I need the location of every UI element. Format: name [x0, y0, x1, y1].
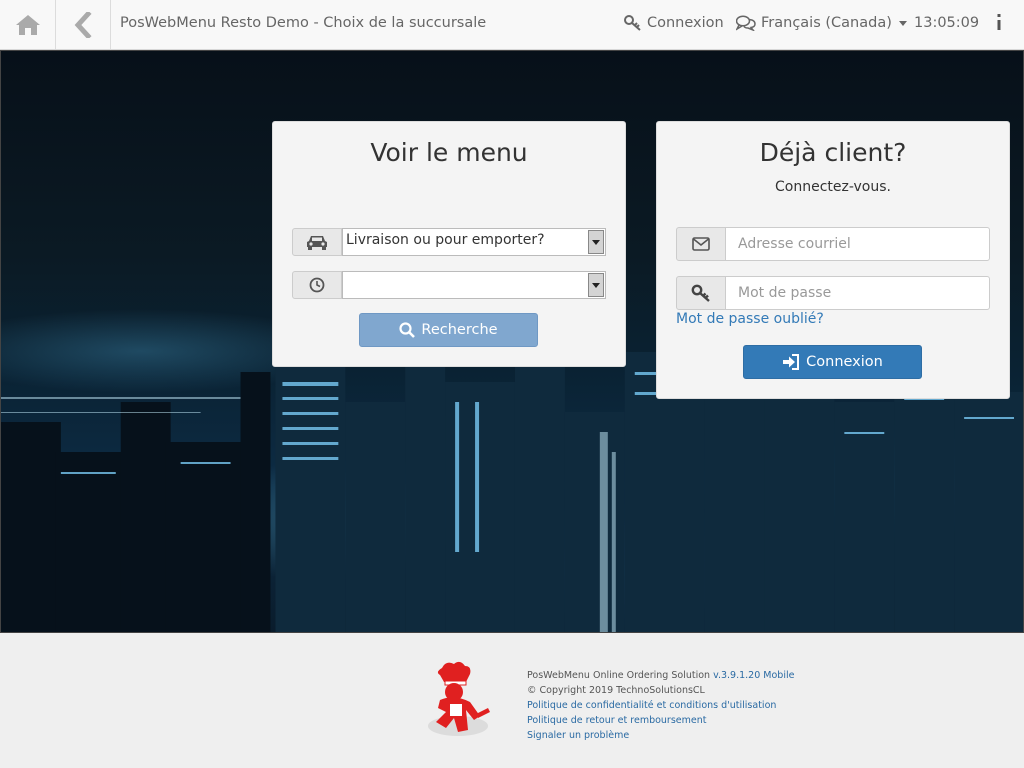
time-select[interactable]	[342, 271, 606, 299]
search-icon	[399, 322, 416, 338]
login-panel-subtitle: Connectez-vous.	[775, 179, 891, 195]
home-button[interactable]	[0, 0, 56, 49]
password-field[interactable]	[725, 276, 990, 310]
car-icon-addon	[292, 228, 342, 256]
search-button[interactable]: Recherche	[359, 313, 538, 347]
page-title: PosWebMenu Resto Demo - Choix de la succ…	[120, 15, 487, 31]
footer-text: PosWebMenu Online Ordering Solution v.3.…	[527, 668, 794, 743]
search-button-label: Recherche	[421, 322, 498, 338]
login-panel: Déjà client? Connectez-vous. Mot de pass…	[656, 121, 1010, 399]
forgot-password-link[interactable]: Mot de passe oublié?	[676, 311, 824, 327]
hero-background: Voir le menu Livraison ou pour emporter?	[0, 50, 1024, 633]
time-row	[292, 271, 606, 299]
key-icon-addon	[676, 276, 726, 310]
order-type-select[interactable]: Livraison ou pour emporter?	[342, 228, 606, 256]
clock-time: 13:05:09	[914, 15, 980, 31]
sign-in-icon	[783, 354, 800, 370]
key-icon	[624, 15, 641, 31]
back-button[interactable]	[56, 0, 111, 49]
footer-product-line: PosWebMenu Online Ordering Solution v.3.…	[527, 668, 794, 683]
clock-icon	[309, 277, 325, 293]
more-vertical-icon	[997, 14, 1001, 30]
order-type-row: Livraison ou pour emporter?	[292, 228, 606, 256]
email-field-group	[676, 227, 990, 261]
language-dropdown[interactable]: Français (Canada)	[736, 15, 907, 31]
chef-logo	[428, 661, 490, 736]
email-field[interactable]	[725, 227, 990, 261]
footer: PosWebMenu Online Ordering Solution v.3.…	[0, 633, 1024, 768]
login-button[interactable]: Connexion	[743, 345, 922, 379]
back-arrow-icon	[74, 11, 92, 38]
envelope-icon	[692, 237, 710, 251]
footer-copyright: © Copyright 2019 TechnoSolutionsCL	[527, 685, 705, 696]
top-bar: PosWebMenu Resto Demo - Choix de la succ…	[0, 0, 1024, 50]
clock-icon-addon	[292, 271, 342, 299]
key-icon	[691, 284, 710, 302]
privacy-policy-link[interactable]: Politique de confidentialité et conditio…	[527, 698, 794, 713]
chevron-down-icon	[588, 230, 604, 254]
login-panel-title: Déjà client?	[759, 138, 907, 167]
car-icon	[307, 236, 327, 250]
order-type-value: Livraison ou pour emporter?	[346, 232, 545, 248]
report-problem-link[interactable]: Signaler un problème	[527, 728, 794, 743]
footer-version: v.3.9.1.20 Mobile	[713, 670, 795, 681]
login-link[interactable]: Connexion	[624, 15, 724, 31]
password-field-group	[676, 276, 990, 310]
login-link-label: Connexion	[647, 15, 724, 31]
menu-panel: Voir le menu Livraison ou pour emporter?	[272, 121, 626, 367]
language-label: Français (Canada)	[761, 15, 892, 31]
envelope-icon-addon	[676, 227, 726, 261]
menu-panel-title: Voir le menu	[370, 138, 528, 167]
chevron-down-icon	[898, 20, 907, 26]
refund-policy-link[interactable]: Politique de retour et remboursement	[527, 713, 794, 728]
home-icon	[15, 14, 40, 35]
footer-product: PosWebMenu Online Ordering Solution	[527, 670, 711, 681]
more-menu-button[interactable]	[996, 13, 1012, 31]
chat-icon	[736, 15, 756, 31]
chevron-down-icon	[588, 273, 604, 297]
login-button-label: Connexion	[806, 354, 883, 370]
